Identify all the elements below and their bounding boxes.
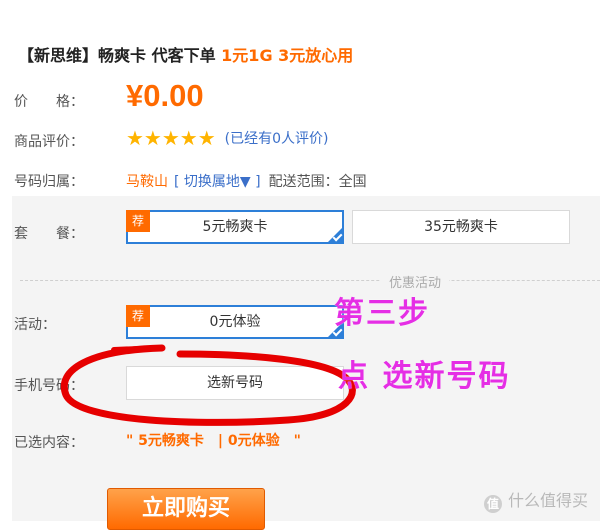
checkmark-icon [326, 226, 344, 244]
origin-city: 马鞍山 [126, 174, 168, 190]
buy-now-button[interactable]: 立即购买 [107, 488, 265, 530]
title-bracket: 【新思维】 [18, 46, 99, 65]
package-option-label: 35元畅爽卡 [424, 219, 498, 235]
recommend-badge: 荐 [126, 305, 150, 327]
rating-count-link[interactable]: (已经有0人评价) [225, 131, 329, 147]
watermark-text: 什么值得买 [507, 491, 588, 510]
price-value: ¥0.00 [126, 78, 204, 113]
watermark-logo-icon: 值 [483, 495, 502, 513]
origin-row: 马鞍山 [ 切换属地▼ ] 配送范围：全国 [126, 171, 367, 191]
product-title: 【新思维】畅爽卡 代客下单 1元1G 3元放心用 [18, 42, 353, 66]
rating-label: 商品评价： [14, 134, 84, 150]
rating-row: ★★★★★ (已经有0人评价) [126, 128, 329, 149]
delivery-range: 配送范围：全国 [268, 174, 367, 190]
chosen-value: " 5元畅爽卡 | 0元体验 " [126, 433, 301, 449]
title-highlight: 1元1G 3元放心用 [221, 46, 354, 65]
package-option-label: 5元畅爽卡 [202, 219, 268, 235]
title-main: 畅爽卡 代客下单 [98, 46, 222, 65]
step-annotation: 第三步 [334, 296, 430, 331]
instruction-annotation: 点 选新号码 [338, 359, 511, 394]
red-circle-annotation [60, 344, 356, 426]
origin-label: 号码归属： [14, 174, 84, 190]
switch-origin-link[interactable]: [ 切换属地▼ ] [174, 174, 261, 190]
promo-option[interactable]: 荐 0元体验 [126, 305, 344, 339]
package-option-35[interactable]: 35元畅爽卡 [352, 210, 570, 244]
promo-divider [20, 280, 600, 281]
star-rating-icon: ★★★★★ [126, 126, 216, 150]
recommend-badge: 荐 [126, 210, 150, 232]
chosen-label: 已选内容： [14, 435, 84, 451]
watermark: 值什么值得买 [483, 487, 588, 513]
price-label: 价 格： [14, 94, 84, 110]
promo-label: 活动： [14, 317, 56, 333]
package-label: 套 餐： [14, 226, 84, 242]
package-option-5[interactable]: 荐 5元畅爽卡 [126, 210, 344, 244]
promo-option-label: 0元体验 [209, 314, 261, 330]
